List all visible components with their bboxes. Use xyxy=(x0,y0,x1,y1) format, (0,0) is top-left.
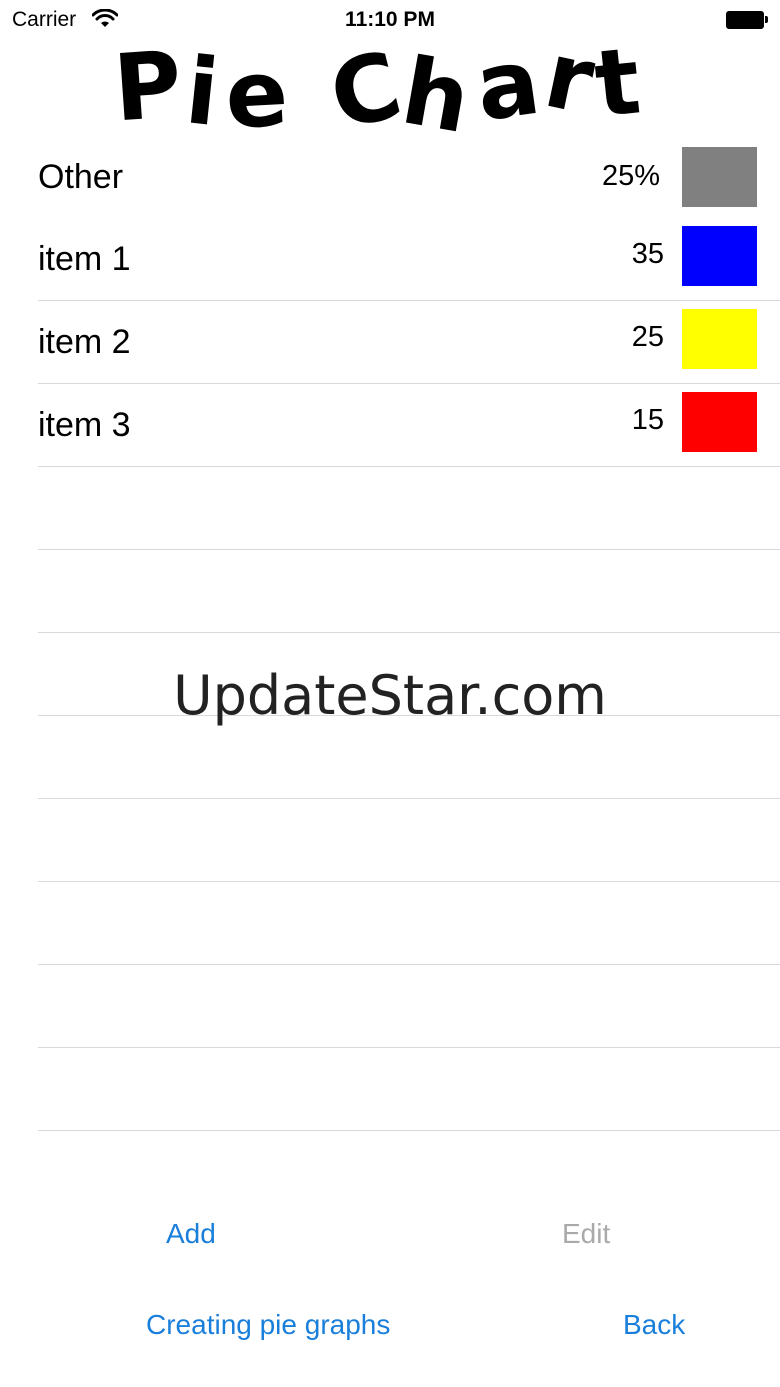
item-value: 25% xyxy=(601,160,660,192)
title-glyph: P xyxy=(110,30,192,143)
item-label: item 3 xyxy=(38,406,131,444)
empty-row xyxy=(0,965,780,1048)
creating-pie-graphs-button[interactable]: Creating pie graphs xyxy=(146,1309,390,1341)
add-button[interactable]: Add xyxy=(166,1218,216,1250)
empty-row xyxy=(0,799,780,882)
empty-row xyxy=(0,550,780,633)
title-glyph: e xyxy=(222,39,297,150)
item-value: 25 xyxy=(631,321,664,353)
list-item[interactable]: Other 25% xyxy=(0,140,780,218)
empty-row xyxy=(0,1048,780,1131)
color-swatch xyxy=(682,309,757,369)
list-item[interactable]: item 2 25 xyxy=(0,301,780,384)
title-glyph: t xyxy=(590,26,651,139)
color-swatch xyxy=(682,392,757,452)
item-label: item 1 xyxy=(38,240,131,278)
item-value: 15 xyxy=(631,404,664,436)
list-item[interactable]: item 1 35 xyxy=(0,218,780,301)
empty-row xyxy=(0,882,780,965)
item-value: 35 xyxy=(631,238,664,270)
battery-icon xyxy=(726,11,768,29)
color-swatch xyxy=(682,226,757,286)
item-label: item 2 xyxy=(38,323,131,361)
watermark: UpdateStar.com xyxy=(173,664,607,727)
item-label: Other xyxy=(38,158,124,196)
page-title: Pie Chart xyxy=(0,21,780,155)
color-swatch xyxy=(682,147,757,207)
empty-row xyxy=(0,716,780,799)
title-glyphs: Pie Chart xyxy=(110,21,651,155)
empty-row xyxy=(0,467,780,550)
list-item[interactable]: item 3 15 xyxy=(0,384,780,467)
row-separator xyxy=(38,1130,780,1131)
back-button[interactable]: Back xyxy=(623,1309,685,1341)
legend-list: Other 25% item 1 35 item 2 25 item 3 15 xyxy=(0,140,780,1131)
edit-button[interactable]: Edit xyxy=(562,1218,610,1250)
